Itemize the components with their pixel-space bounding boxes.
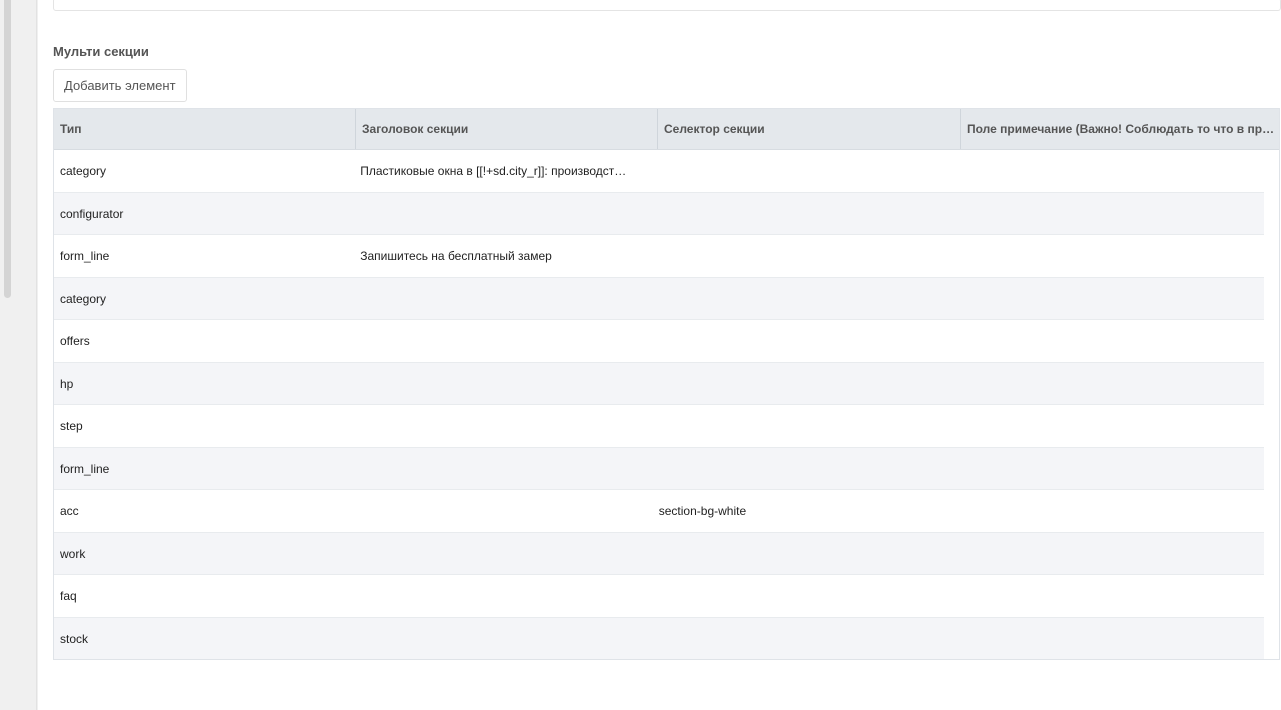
cell-type[interactable]: offers — [54, 320, 352, 362]
table-row[interactable]: acc section-bg-white — [54, 490, 1264, 533]
cell-section-title[interactable] — [352, 448, 651, 490]
table-row[interactable]: work — [54, 532, 1264, 575]
column-header-type[interactable]: Тип — [54, 109, 356, 149]
cell-section-selector[interactable] — [651, 363, 950, 405]
cell-section-title[interactable] — [352, 490, 651, 532]
cell-section-selector[interactable]: section-bg-white — [651, 490, 950, 532]
cell-note[interactable] — [950, 618, 1264, 660]
cell-note[interactable] — [950, 193, 1264, 235]
cell-section-selector[interactable] — [651, 320, 950, 362]
multi-sections-grid: Тип Заголовок секции Селектор секции Пол… — [53, 108, 1280, 660]
cell-note[interactable] — [950, 448, 1264, 490]
table-row[interactable]: category — [54, 277, 1264, 320]
cell-type[interactable]: faq — [54, 575, 352, 617]
cell-section-selector[interactable] — [651, 278, 950, 320]
grid-body: category Пластиковые окна в [[!+sd.city_r… — [54, 150, 1279, 660]
cell-section-title[interactable] — [352, 193, 651, 235]
cell-section-title[interactable]: Запишитесь на бесплатный замер — [352, 235, 651, 277]
cell-type[interactable]: stock — [54, 618, 352, 660]
cell-note[interactable] — [950, 405, 1264, 447]
add-element-button[interactable]: Добавить элемент — [53, 69, 187, 102]
table-row[interactable]: form_line — [54, 447, 1264, 490]
cell-type[interactable]: work — [54, 533, 352, 575]
cell-type[interactable]: configurator — [54, 193, 352, 235]
cell-note[interactable] — [950, 533, 1264, 575]
cell-note[interactable] — [950, 235, 1264, 277]
cell-section-title[interactable]: Пластиковые окна в [[!+sd.city_r]]: прои… — [352, 150, 651, 192]
cell-note[interactable] — [950, 575, 1264, 617]
cell-section-selector[interactable] — [651, 533, 950, 575]
cell-section-title[interactable] — [352, 533, 651, 575]
cell-note[interactable] — [950, 490, 1264, 532]
table-row[interactable]: step — [54, 405, 1264, 448]
cell-section-selector[interactable] — [651, 405, 950, 447]
table-row[interactable]: hp — [54, 362, 1264, 405]
column-header-section-selector[interactable]: Селектор секции — [658, 109, 961, 149]
column-header-note[interactable]: Поле примечание (Важно! Соблюдать то что… — [961, 109, 1279, 149]
cell-section-selector[interactable] — [651, 575, 950, 617]
cell-section-selector[interactable] — [651, 235, 950, 277]
section-title: Мульти секции — [53, 44, 149, 59]
table-row[interactable]: stock — [54, 617, 1264, 660]
cell-type[interactable]: acc — [54, 490, 352, 532]
cell-section-title[interactable] — [352, 320, 651, 362]
grid-header: Тип Заголовок секции Селектор секции Пол… — [54, 109, 1279, 150]
cell-section-title[interactable] — [352, 363, 651, 405]
left-rail — [0, 0, 37, 710]
main-panel: Мульти секции Добавить элемент Тип Загол… — [38, 0, 1281, 710]
cell-section-selector[interactable] — [651, 150, 950, 192]
cell-section-title[interactable] — [352, 575, 651, 617]
cell-section-title[interactable] — [352, 278, 651, 320]
cell-section-selector[interactable] — [651, 618, 950, 660]
cell-type[interactable]: category — [54, 150, 352, 192]
cell-type[interactable]: step — [54, 405, 352, 447]
cell-type[interactable]: hp — [54, 363, 352, 405]
cell-note[interactable] — [950, 363, 1264, 405]
cell-note[interactable] — [950, 150, 1264, 192]
table-row[interactable]: form_line Запишитесь на бесплатный замер — [54, 235, 1264, 278]
cell-type[interactable]: category — [54, 278, 352, 320]
cell-section-selector[interactable] — [651, 448, 950, 490]
table-row[interactable]: offers — [54, 320, 1264, 363]
previous-field-box — [53, 0, 1281, 11]
cell-section-title[interactable] — [352, 405, 651, 447]
cell-type[interactable]: form_line — [54, 235, 352, 277]
column-header-section-title[interactable]: Заголовок секции — [356, 109, 658, 149]
cell-section-title[interactable] — [352, 618, 651, 660]
table-row[interactable]: category Пластиковые окна в [[!+sd.city_r… — [54, 150, 1264, 193]
table-row[interactable]: configurator — [54, 192, 1264, 235]
left-scrollbar[interactable] — [4, 0, 11, 298]
table-row[interactable]: faq — [54, 575, 1264, 618]
cell-note[interactable] — [950, 320, 1264, 362]
cell-note[interactable] — [950, 278, 1264, 320]
cell-section-selector[interactable] — [651, 193, 950, 235]
cell-type[interactable]: form_line — [54, 448, 352, 490]
